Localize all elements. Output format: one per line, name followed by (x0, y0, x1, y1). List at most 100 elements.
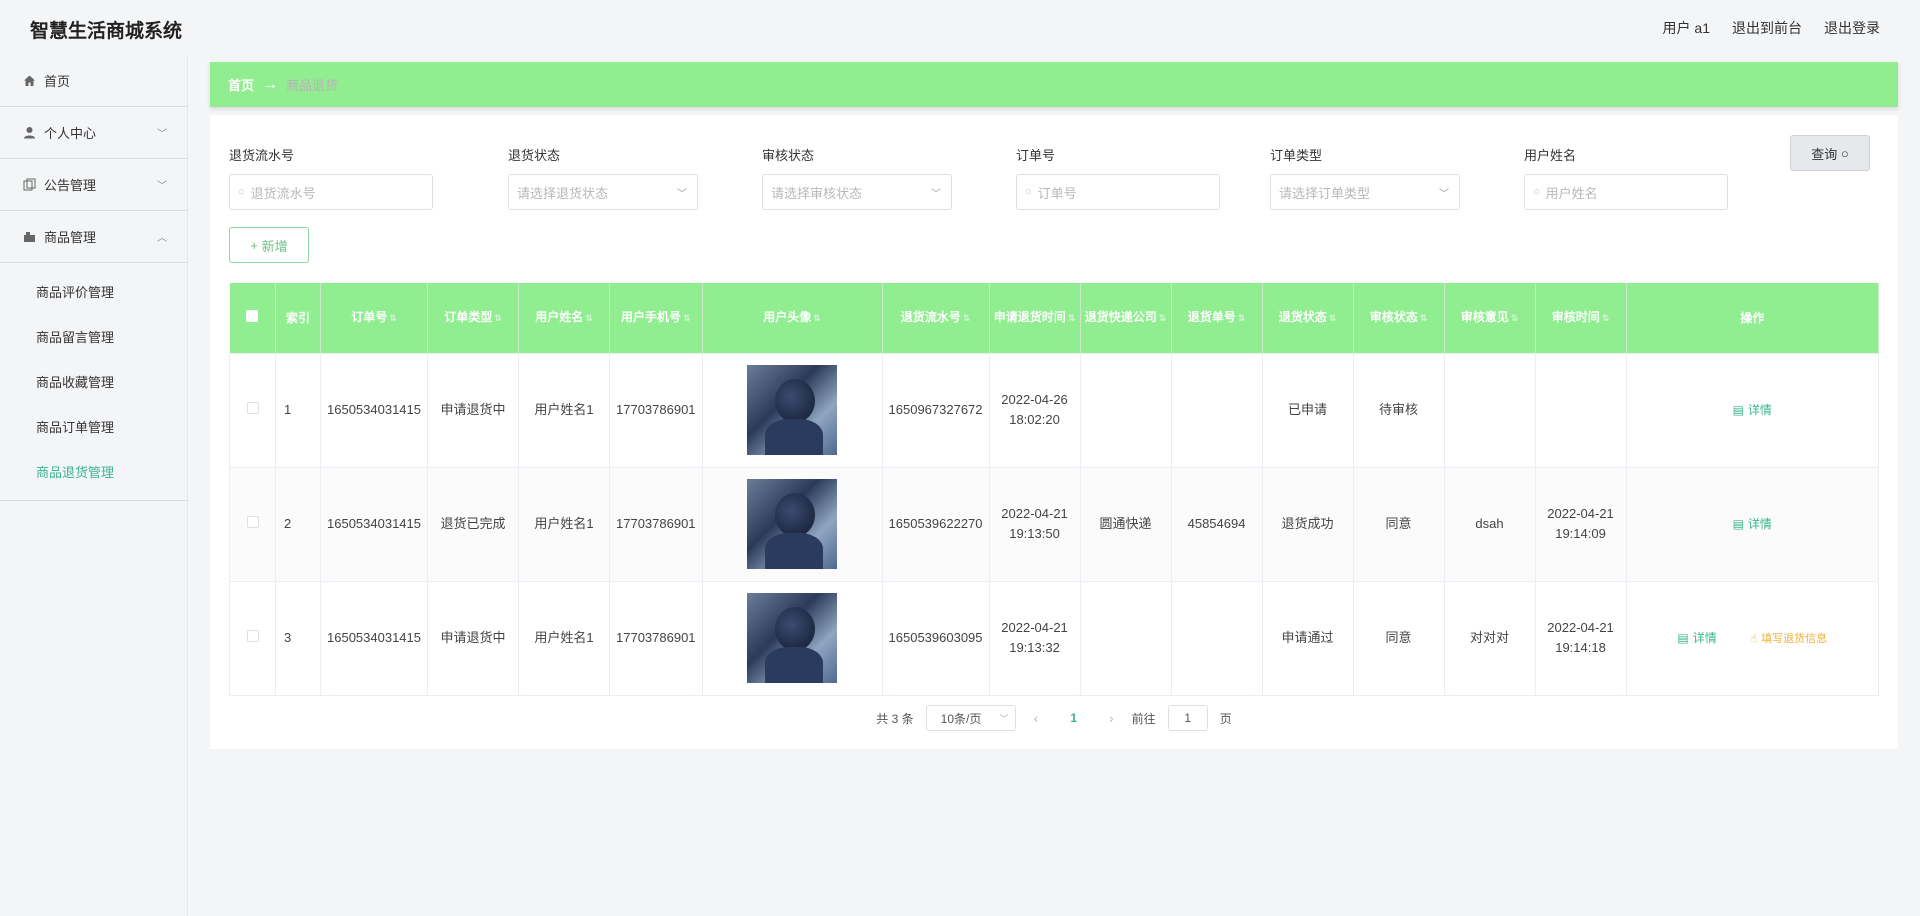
col-audit-status[interactable]: 审核状态 ⇅ (1353, 283, 1445, 353)
goods-submenu: 商品评价管理 商品留言管理 商品收藏管理 商品订单管理 商品退货管理 (0, 263, 187, 501)
sort-icon: ⇅ (1601, 313, 1610, 324)
detail-button[interactable]: ▤ 详情 (1677, 628, 1716, 648)
filter-label: 用户姓名 (1524, 148, 1577, 163)
cell-phone: 17703786901 (609, 352, 703, 468)
goto-page-input[interactable]: 1 (1167, 705, 1208, 731)
add-button[interactable]: + 新增 (229, 227, 309, 263)
goods-icon (22, 230, 36, 244)
cell-user-name: 用户姓名1 (518, 466, 610, 582)
page-size-select[interactable]: 10条/页 ﹀ (925, 705, 1016, 731)
col-tracking-no[interactable]: 退货单号 ⇅ (1171, 283, 1263, 353)
sort-icon: ⇅ (1237, 313, 1246, 324)
cell-audit-time: 2022-04-21 19:14:09 (1534, 466, 1627, 582)
cell-tracking-no (1170, 580, 1263, 696)
col-courier[interactable]: 退货快递公司 ⇅ (1080, 283, 1172, 353)
avatar[interactable] (747, 593, 838, 683)
row-checkbox[interactable] (246, 516, 259, 528)
cell-courier (1079, 352, 1172, 468)
col-audit-time[interactable]: 审核时间 ⇅ (1535, 283, 1627, 353)
chevron-down-icon: ﹀ (1439, 189, 1449, 200)
sidebar-subitem-favorite[interactable]: 商品收藏管理 (0, 359, 187, 404)
chevron-down-icon: ﹀ (157, 181, 167, 192)
main-panel: 退货流水号 ○ 退货流水号 退货状态 请选择退货状态 ﹀ 审核状态 请选择审核状态 ﹀… (210, 115, 1898, 749)
cell-audit-opinion: dsah (1443, 466, 1536, 582)
exit-to-frontend-link[interactable]: 退出到前台 (1732, 18, 1802, 38)
sidebar-subitem-review[interactable]: 商品评价管理 (0, 269, 187, 314)
current-user-link[interactable]: 用户 a1 (1663, 18, 1710, 38)
sort-icon: ⇅ (494, 313, 502, 324)
select-all-cell (229, 283, 276, 353)
sidebar-item-label: 公告管理 (44, 178, 97, 193)
cell-courier: 圆通快递 (1079, 466, 1172, 582)
logout-link[interactable]: 退出登录 (1824, 18, 1880, 38)
sidebar-subitem-return[interactable]: 商品退货管理 (0, 449, 187, 494)
col-return-status[interactable]: 退货状态 ⇅ (1262, 283, 1354, 353)
sidebar-subitem-message[interactable]: 商品留言管理 (0, 314, 187, 359)
page-suffix: 页 (1219, 711, 1232, 726)
col-user-name[interactable]: 用户姓名 ⇅ (518, 283, 610, 353)
cell-avatar (701, 580, 883, 696)
cell-index: 2 (275, 466, 321, 582)
select-all-checkbox[interactable] (246, 309, 259, 322)
query-button[interactable]: 查询 ○ (1790, 135, 1870, 171)
col-actions: 操作 (1626, 283, 1880, 353)
prev-page-icon[interactable]: ‹ (1034, 710, 1039, 726)
detail-button[interactable]: ▤ 详情 (1733, 400, 1772, 420)
app-title: 智慧生活商城系统 (30, 21, 183, 42)
col-avatar[interactable]: 用户头像 ⇅ (702, 283, 883, 353)
filter-label: 退货流水号 (229, 148, 295, 163)
cell-audit-opinion (1443, 352, 1536, 468)
fill-return-info-button[interactable]: ☝ 填写退货信息 (1750, 629, 1827, 649)
sidebar-item-announcement[interactable]: 公告管理 ﹀ (0, 159, 187, 211)
search-icon: ○ (238, 186, 245, 198)
col-audit-opinion[interactable]: 审核意见 ⇅ (1444, 283, 1536, 353)
sort-icon: ⇅ (585, 313, 593, 324)
cell-return-status: 退货成功 (1261, 466, 1354, 582)
row-select-cell (229, 466, 276, 582)
cell-order-type: 退货已完成 (427, 466, 519, 582)
order-no-input[interactable]: ○ 订单号 (1016, 174, 1220, 210)
cell-audit-status: 同意 (1352, 580, 1445, 696)
sidebar-item-home[interactable]: 首页 (0, 55, 187, 107)
cell-order-type: 申请退货中 (427, 352, 519, 468)
col-apply-time[interactable]: 申请退货时间 ⇅ (989, 283, 1081, 353)
sort-icon: ⇅ (962, 313, 971, 324)
cell-audit-status: 同意 (1352, 466, 1445, 582)
col-return-no[interactable]: 退货流水号 ⇅ (882, 283, 990, 353)
cell-index: 3 (275, 580, 321, 696)
sidebar-item-goods[interactable]: 商品管理 ︿ (0, 211, 187, 263)
breadcrumb-current: 商品退货 (286, 78, 339, 93)
filter-label: 退货状态 (508, 148, 561, 163)
cell-user-name: 用户姓名1 (518, 580, 610, 696)
return-status-select[interactable]: 请选择退货状态 ﹀ (508, 174, 698, 210)
row-checkbox[interactable] (246, 630, 259, 642)
return-no-input[interactable]: ○ 退货流水号 (229, 174, 433, 210)
next-page-icon[interactable]: › (1109, 710, 1114, 726)
cell-courier (1079, 580, 1172, 696)
document-icon: ▤ (1677, 630, 1689, 645)
filter-audit-status: 审核状态 请选择审核状态 ﹀ (762, 145, 952, 210)
detail-button[interactable]: ▤ 详情 (1733, 514, 1772, 534)
avatar[interactable] (747, 365, 838, 455)
filter-order-type: 订单类型 请选择订单类型 ﹀ (1270, 145, 1460, 210)
table-header-row: 索引 订单号 ⇅ 订单类型 ⇅ 用户姓名 ⇅ 用户手机号 ⇅ 用户头像 ⇅ 退货流水号 ⇅ … (229, 283, 1880, 353)
order-type-select[interactable]: 请选择订单类型 ﹀ (1270, 174, 1460, 210)
sidebar-item-personal-center[interactable]: 个人中心 ﹀ (0, 107, 187, 159)
sidebar: 首页 个人中心 ﹀ 公告管理 ﹀ 商品管理 ︿ 商品评价管理 商品留言管理 商品… (0, 55, 188, 916)
col-order-no[interactable]: 订单号 ⇅ (320, 283, 428, 353)
filter-order-no: 订单号 ○ 订单号 (1016, 145, 1220, 210)
col-phone[interactable]: 用户手机号 ⇅ (609, 283, 703, 353)
page-number-current[interactable]: 1 (1070, 711, 1077, 725)
goto-label: 前往 (1131, 711, 1156, 726)
breadcrumb-arrow: → (262, 75, 279, 93)
col-order-type[interactable]: 订单类型 ⇅ (427, 283, 519, 353)
user-name-input[interactable]: ○ 用户姓名 (1524, 174, 1728, 210)
row-checkbox[interactable] (246, 402, 259, 414)
cell-apply-time: 2022-04-26 18:02:20 (988, 352, 1081, 468)
audit-status-select[interactable]: 请选择审核状态 ﹀ (762, 174, 952, 210)
sidebar-subitem-order[interactable]: 商品订单管理 (0, 404, 187, 449)
cell-return-no: 1650539622270 (881, 466, 990, 582)
avatar[interactable] (747, 479, 838, 569)
breadcrumb-home[interactable]: 首页 (228, 75, 254, 94)
cell-avatar (701, 352, 883, 468)
